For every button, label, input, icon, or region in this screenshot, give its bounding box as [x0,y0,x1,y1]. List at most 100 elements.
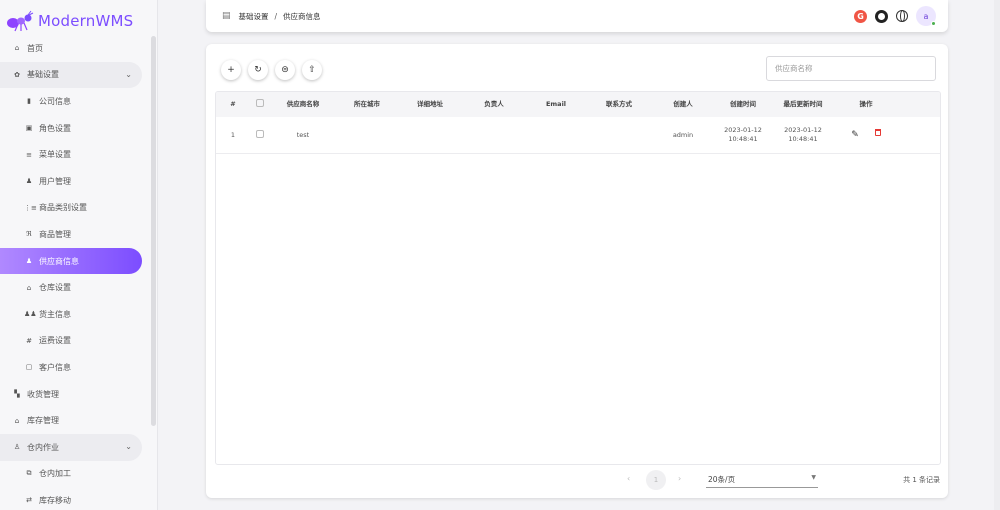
column-header: 所在城市 [354,100,380,109]
ant-logo-icon [7,10,34,32]
app-logo[interactable]: ModernWMS [6,8,133,34]
sidebar-item-label: 商品管理 [39,229,71,239]
sidebar-item-label: 首页 [27,43,43,53]
top-bar: ▤ 基础设置 / 供应商信息 G a [206,0,948,32]
breadcrumb-separator: / [274,11,278,21]
checkbox-icon [256,99,264,108]
sidebar: ModernWMS ⌂ 首页 ✿ 基础设置 ⌄ ▮ 公司信息 ▣ 角色设置 ≡ 菜单设置 ♟ 用户管理 ⋮… [0,0,158,510]
sidebar-nav: ⌂ 首页 ✿ 基础设置 ⌄ ▮ 公司信息 ▣ 角色设置 ≡ 菜单设置 ♟ 用户管理 ⋮≡ 商品类别设置 ℜ 商品… [0,35,150,510]
prev-page-button[interactable]: ‹ [627,474,630,483]
column-header: 联系方式 [606,100,632,109]
sidebar-item-processing[interactable]: ⧉ 仓内加工 [0,461,150,488]
sidebar-item-user[interactable]: ♟ 用户管理 [0,168,150,195]
sidebar-item-label: 库存管理 [27,416,59,426]
column-header: 创建人 [673,100,693,109]
current-page-button[interactable]: 1 [646,470,666,490]
stock-icon: ⌂ [14,416,20,425]
processing-icon: ⧉ [26,469,32,478]
sidebar-item-label: 商品类别设置 [39,203,87,213]
sidebar-item-supplier[interactable]: ♟ 供应商信息 [0,247,142,275]
sidebar-scrollbar[interactable] [151,36,156,426]
operation-icon: ♙ [13,443,21,452]
sidebar-item-label: 角色设置 [39,123,71,133]
sidebar-item-label: 基础设置 [27,70,59,80]
column-header: 最后更新时间 [783,100,823,109]
table-toolbar: + ↻ ⊜ ⇧ [221,60,322,80]
sidebar-item-label: 公司信息 [39,96,71,106]
cell-create-time: 2023-01-12 10:48:41 [724,126,762,143]
sidebar-item-building[interactable]: ▮ 公司信息 [0,88,150,115]
sidebar-item-menu[interactable]: ≡ 菜单设置 [0,141,150,168]
google-translate-icon[interactable]: G [854,9,867,23]
supplier-search-input[interactable] [775,64,925,73]
sidebar-item-label: 仓库设置 [39,283,71,293]
breadcrumb-parent[interactable]: 基础设置 [239,11,269,22]
column-header: 创建时间 [730,100,756,109]
page-size-value: 20条/页 [708,475,736,484]
sidebar-item-label: 运费设置 [39,336,71,346]
row-actions: ✎ [834,128,898,141]
column-header: 负责人 [484,100,504,109]
sidebar-item-label: 仓内加工 [39,469,71,479]
sidebar-item-receiving[interactable]: ▚ 收货管理 [0,381,150,408]
add-button[interactable]: + [221,60,241,80]
column-header: Email [545,100,567,109]
language-globe-icon[interactable] [896,10,908,22]
sidebar-item-cart[interactable]: ℜ 商品管理 [0,221,150,248]
supplier-icon: ♟ [25,257,33,266]
avatar-letter: a [923,11,929,21]
sidebar-item-label: 收货管理 [27,389,59,399]
app-title: ModernWMS [38,12,134,30]
supplier-table: # 供应商名称 所在城市 详细地址 负责人 Email 联系方式 创建人 创建时间 最后更新时间 操… [215,91,941,465]
gear-icon: ✿ [14,70,20,79]
user-avatar[interactable]: a [916,6,936,26]
pagination: ‹ 1 › 20条/页 ▼ 共 1 条记录 [206,470,948,492]
export-button[interactable]: ⇧ [302,60,322,80]
sidebar-item-gear[interactable]: ✿ 基础设置 ⌄ [0,61,142,89]
breadcrumb: ▤ 基础设置 / 供应商信息 [222,11,321,22]
github-icon[interactable] [875,9,888,23]
sidebar-item-label: 库存移动 [39,495,71,505]
supplier-search[interactable] [766,56,936,81]
table-body: 1 test admin 2023-01-12 10:48:41 2023-01-12 … [216,117,940,154]
page-scrollbar[interactable] [994,0,1000,510]
cell-index: 1 [230,130,236,139]
sidebar-item-warehouse[interactable]: ⌂ 仓库设置 [0,274,150,301]
sidebar-item-label: 客户信息 [39,362,71,372]
supplier-card: + ↻ ⊜ ⇧ # 供应商名称 所在城市 详细地址 负责人 Email 联系方式 创建人 创建时间 最后… [206,44,948,498]
breadcrumb-current: 供应商信息 [283,11,321,21]
building-icon: ▮ [27,97,31,106]
sidebar-item-freight[interactable]: # 运费设置 [0,328,150,355]
row-checkbox[interactable] [250,129,270,141]
document-icon: ▤ [222,11,231,21]
sidebar-item-category[interactable]: ⋮≡ 商品类别设置 [0,195,150,222]
sidebar-item-stock[interactable]: ⌂ 库存管理 [0,407,150,434]
column-header: 供应商名称 [286,100,320,109]
page-size-select[interactable]: 20条/页 ▼ [706,472,818,488]
import-button[interactable]: ⊜ [275,60,295,80]
cart-icon: ℜ [26,230,32,239]
delete-icon[interactable] [874,128,881,136]
refresh-button[interactable]: ↻ [248,60,268,80]
chevron-down-icon: ⌄ [125,69,132,79]
column-header: 详细地址 [417,100,443,109]
select-all-checkbox[interactable] [250,99,270,110]
sidebar-item-home[interactable]: ⌂ 首页 [0,35,150,62]
user-icon: ♟ [25,177,33,186]
next-page-button[interactable]: › [678,474,681,483]
sidebar-item-owners[interactable]: ♟♟ 货主信息 [0,301,150,328]
dropdown-arrow-icon: ▼ [811,474,816,481]
edit-icon[interactable]: ✎ [851,129,859,141]
cell-name: test [296,130,310,139]
sidebar-item-operation[interactable]: ♙ 仓内作业 ⌄ [0,433,142,461]
sidebar-item-label: 货主信息 [39,309,71,319]
badge-icon: ▣ [25,124,33,133]
freight-icon: # [26,336,32,345]
sidebar-item-label: 用户管理 [39,176,71,186]
sidebar-item-badge[interactable]: ▣ 角色设置 [0,115,150,142]
sidebar-item-move[interactable]: ⇄ 库存移动 [0,487,150,510]
total-records: 共 1 条记录 [903,476,940,484]
table-row[interactable]: 1 test admin 2023-01-12 10:48:41 2023-01-12 … [216,117,940,154]
owners-icon: ♟♟ [24,310,37,319]
sidebar-item-customer[interactable]: ▢ 客户信息 [0,354,150,381]
